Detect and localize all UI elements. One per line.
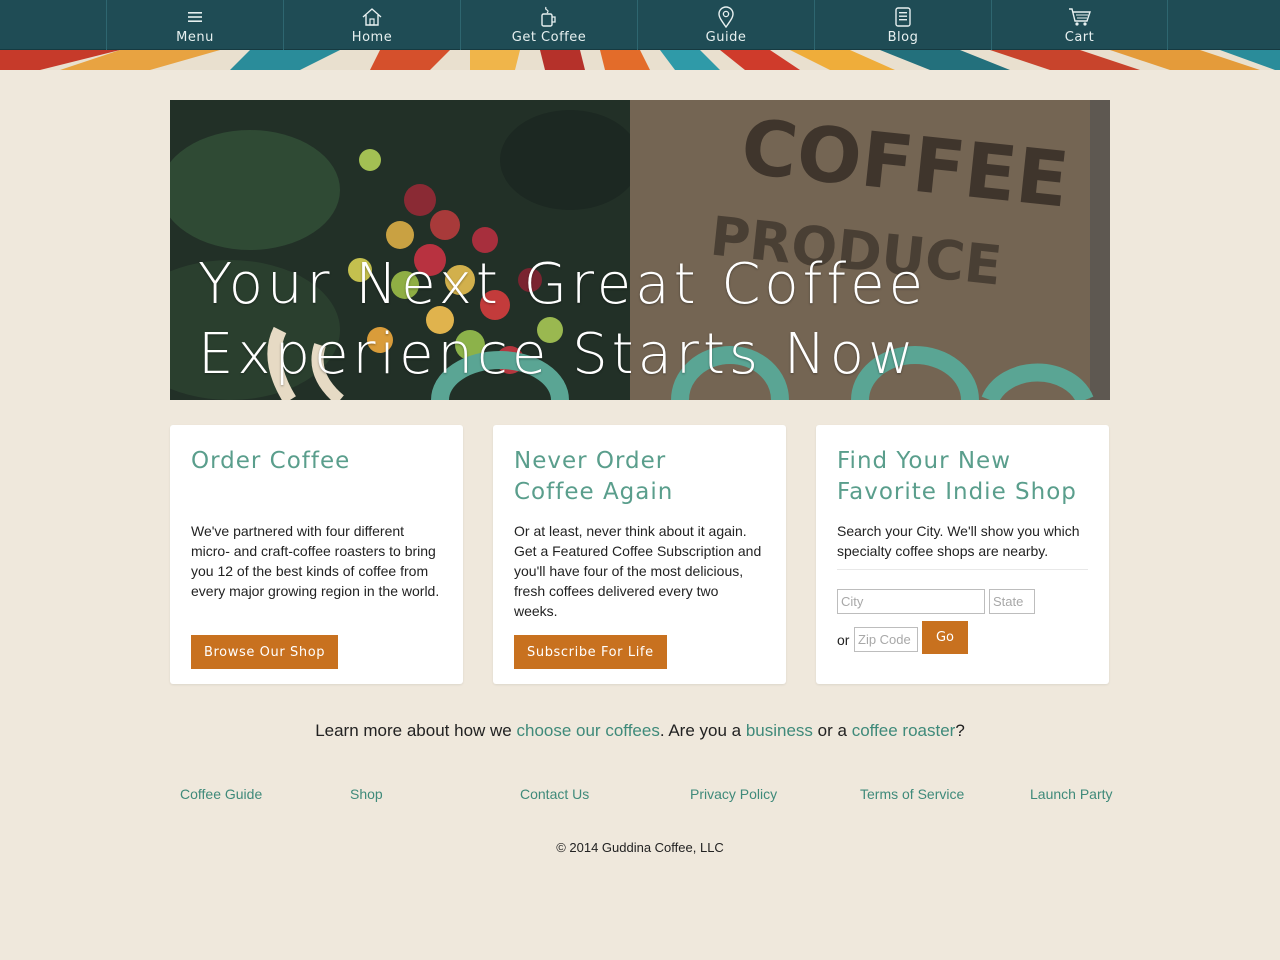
- divider: [837, 569, 1088, 570]
- card-title-line1: Find Your New: [837, 448, 1012, 474]
- learn-text: Learn more about how we: [315, 721, 517, 740]
- state-input[interactable]: [989, 589, 1035, 614]
- nav-label: Guide: [705, 30, 747, 45]
- hamburger-icon: [187, 6, 203, 28]
- learn-text: . Are you a: [659, 721, 746, 740]
- hero-banner: COFFEE PRODUCE Your Next Great Coffee Ex…: [170, 100, 1110, 400]
- cart-icon: [1068, 6, 1092, 28]
- map-pin-icon: [717, 6, 735, 28]
- copyright: © 2014 Guddina Coffee, LLC: [556, 840, 724, 855]
- nav-item-menu[interactable]: Menu: [106, 0, 283, 50]
- city-input[interactable]: [837, 589, 985, 614]
- coffee-roaster-link[interactable]: coffee roaster: [852, 721, 956, 740]
- card-find-shop: Find Your New Favorite Indie Shop Search…: [816, 425, 1109, 684]
- learn-text: ?: [955, 721, 965, 740]
- learn-more-line: Learn more about how we choose our coffe…: [0, 721, 1280, 741]
- sunburst-banner: [0, 50, 1280, 70]
- nav-label: Home: [351, 30, 393, 45]
- card-title-line2: Favorite Indie Shop: [837, 479, 1077, 505]
- card-title-line1: Never Order: [514, 448, 667, 474]
- nav-label: Blog: [887, 30, 919, 45]
- card-title: Never Order Coffee Again: [514, 446, 765, 508]
- card-title: Find Your New Favorite Indie Shop: [837, 446, 1088, 508]
- nav-items: Menu Home Get Coffee Guide Blog Cart: [106, 0, 1168, 50]
- card-body: We've partnered with four different micr…: [191, 523, 440, 599]
- coffee-cup-icon: [540, 6, 558, 28]
- footer-link-shop[interactable]: Shop: [350, 786, 383, 802]
- subscribe-button[interactable]: Subscribe For Life: [514, 635, 667, 669]
- nav-label: Cart: [1064, 30, 1095, 45]
- footer-link-terms[interactable]: Terms of Service: [860, 786, 964, 802]
- document-icon: [894, 6, 912, 28]
- zip-input[interactable]: [854, 627, 918, 652]
- nav-item-guide[interactable]: Guide: [637, 0, 814, 50]
- go-button[interactable]: Go: [922, 621, 968, 654]
- home-icon: [361, 6, 383, 28]
- card-body: Or at least, never think about it again.…: [514, 523, 762, 619]
- card-title: Order Coffee: [191, 448, 351, 474]
- hero-title-line2: Experience Starts Now: [198, 322, 918, 387]
- card-title-line2: Coffee Again: [514, 479, 674, 505]
- footer-links: Coffee Guide Shop Contact Us Privacy Pol…: [0, 786, 1280, 806]
- hero-title-line1: Your Next Great Coffee: [198, 252, 928, 317]
- hero-title: Your Next Great Coffee Experience Starts…: [198, 250, 1098, 390]
- footer-link-coffee-guide[interactable]: Coffee Guide: [180, 786, 262, 802]
- nav-item-get-coffee[interactable]: Get Coffee: [460, 0, 637, 50]
- top-nav: Menu Home Get Coffee Guide Blog Cart: [0, 0, 1280, 50]
- card-subscription: Never Order Coffee Again Or at least, ne…: [493, 425, 786, 684]
- browse-shop-button[interactable]: Browse Our Shop: [191, 635, 339, 669]
- nav-item-blog[interactable]: Blog: [814, 0, 991, 50]
- footer-link-contact[interactable]: Contact Us: [520, 786, 589, 802]
- footer-link-privacy[interactable]: Privacy Policy: [690, 786, 777, 802]
- choose-coffees-link[interactable]: choose our coffees: [516, 721, 659, 740]
- business-link[interactable]: business: [746, 721, 813, 740]
- learn-text: or a: [812, 721, 852, 740]
- nav-item-cart[interactable]: Cart: [991, 0, 1168, 50]
- card-body: Search your City. We'll show you which s…: [837, 523, 1080, 559]
- nav-label: Menu: [176, 30, 214, 45]
- nav-label: Get Coffee: [511, 30, 587, 45]
- nav-item-home[interactable]: Home: [283, 0, 460, 50]
- or-label: or: [837, 632, 850, 648]
- card-order-coffee: Order Coffee We've partnered with four d…: [170, 425, 463, 684]
- footer-link-launch-party[interactable]: Launch Party: [1030, 786, 1113, 802]
